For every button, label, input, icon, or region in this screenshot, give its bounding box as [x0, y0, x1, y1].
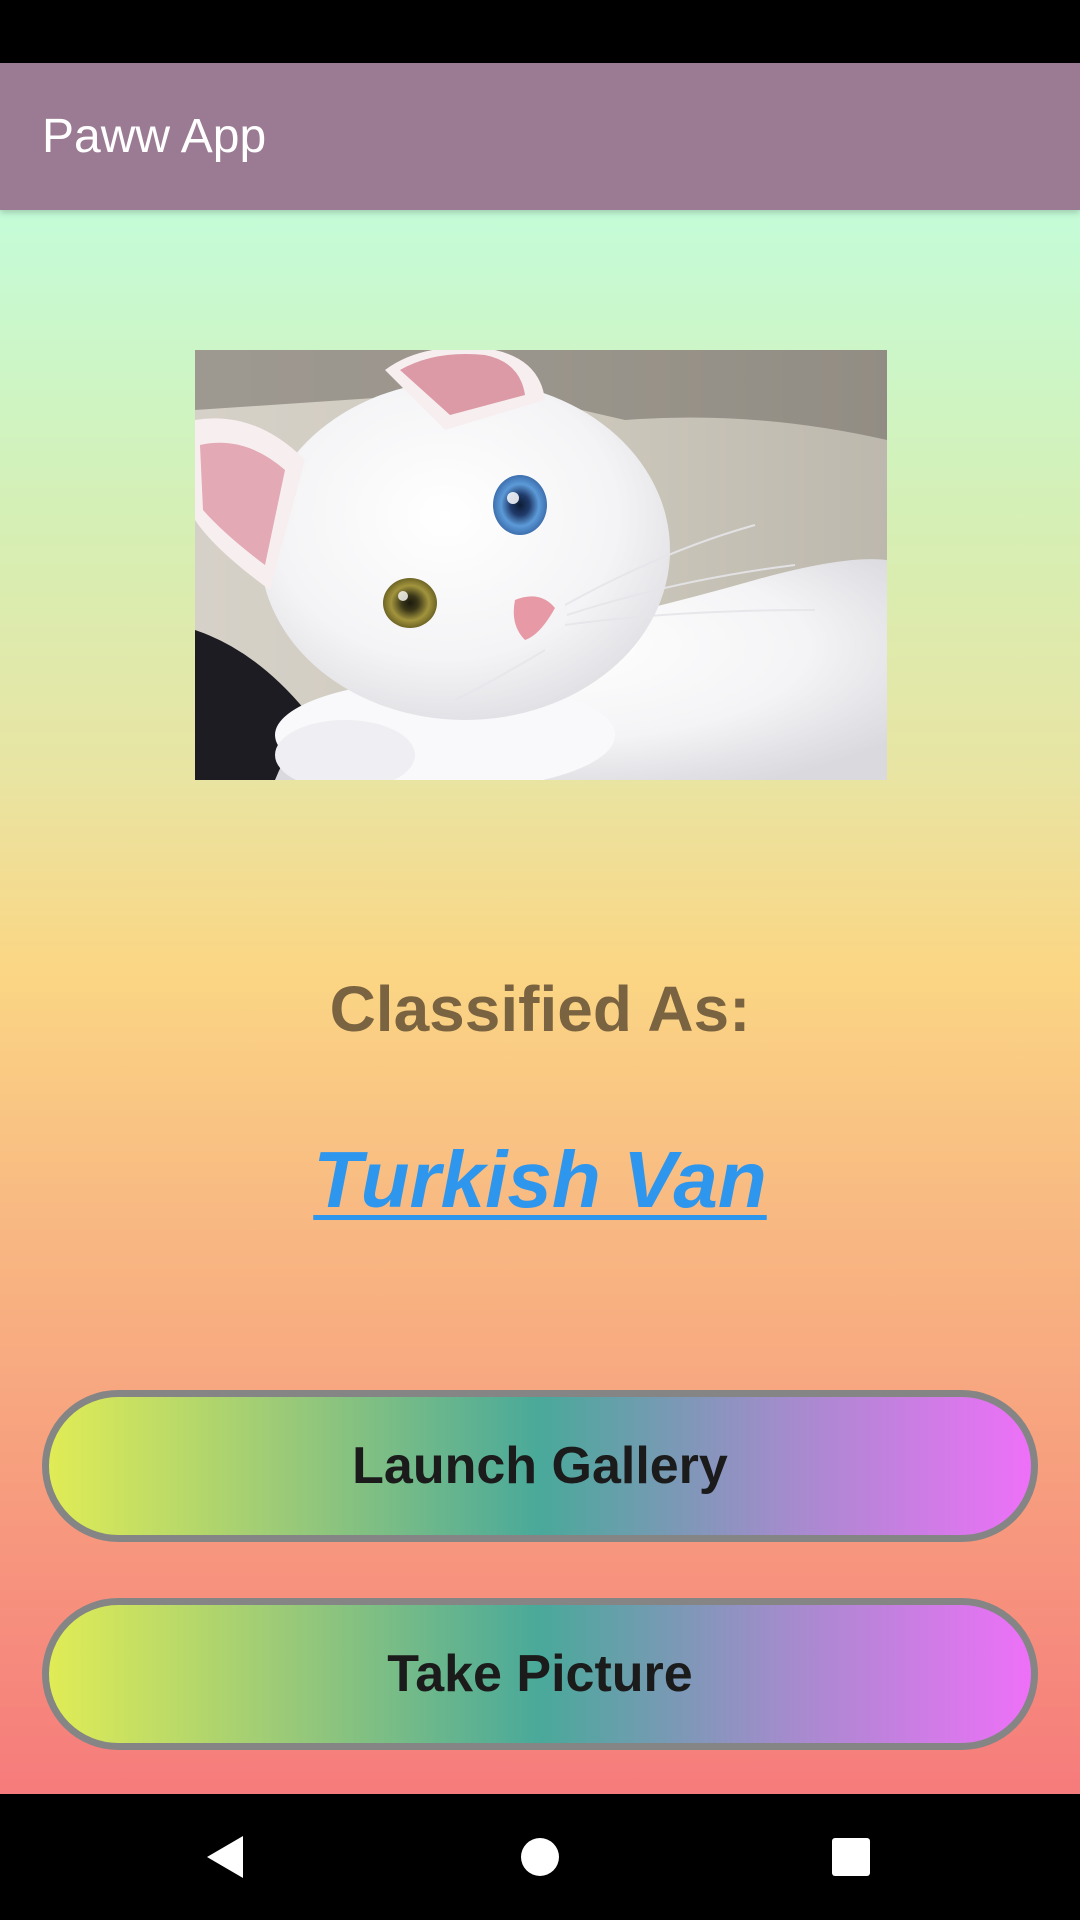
- navigation-bar: [0, 1794, 1080, 1920]
- back-triangle-icon: [207, 1836, 243, 1878]
- launch-gallery-button[interactable]: Launch Gallery: [42, 1390, 1038, 1542]
- recents-button[interactable]: [788, 1794, 914, 1920]
- launch-gallery-label: Launch Gallery: [352, 1437, 728, 1495]
- take-picture-button[interactable]: Take Picture: [42, 1598, 1038, 1750]
- home-button[interactable]: [477, 1794, 603, 1920]
- classified-as-label: Classified As:: [329, 973, 751, 1045]
- status-bar: [0, 0, 1080, 63]
- classification-result-link[interactable]: Turkish Van: [0, 1134, 1080, 1226]
- recents-square-icon: [832, 1838, 870, 1876]
- app-title: Paww App: [42, 110, 267, 163]
- app-bar: Paww App: [0, 63, 1080, 210]
- back-button[interactable]: [162, 1794, 288, 1920]
- take-picture-label: Take Picture: [387, 1645, 693, 1703]
- main-content: Classified As: Turkish Van Launch Galler…: [0, 210, 1080, 1794]
- home-circle-icon: [521, 1838, 559, 1876]
- cat-photo: [195, 350, 887, 780]
